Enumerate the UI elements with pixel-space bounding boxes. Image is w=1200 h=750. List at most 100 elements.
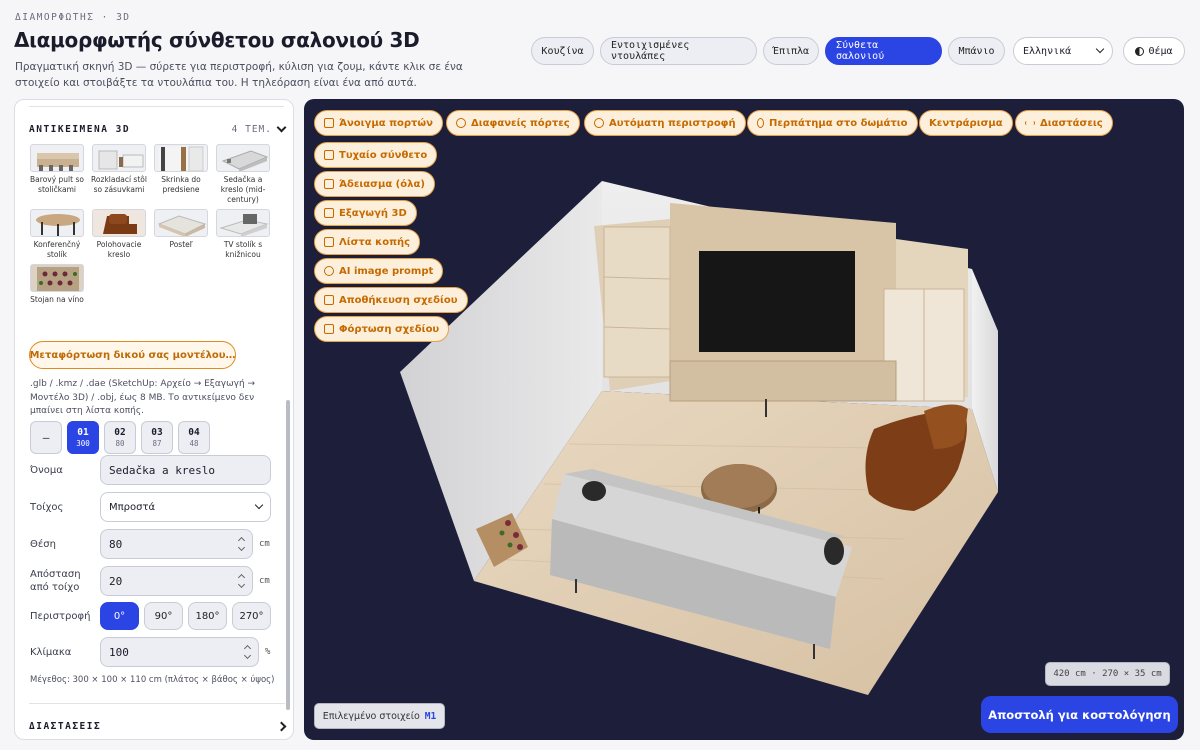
send-for-quote-button[interactable]: Αποστολή για κοστολόγηση xyxy=(981,696,1178,733)
name-row: Όνομα Sedačka a kreslo xyxy=(30,455,290,485)
unit-tab-size: 300 xyxy=(76,439,90,448)
distance-value: 20 xyxy=(109,574,123,588)
sidebar-scrollbar[interactable] xyxy=(286,400,290,710)
object-label: Rozkladací stôl so zásuvkami xyxy=(91,175,147,194)
export-3d-label: Εξαγωγή 3D xyxy=(339,207,407,219)
walk-label: Περπάτημα στο δωμάτιο xyxy=(769,117,908,129)
tab-kitchen[interactable]: Κουζίνα xyxy=(531,37,594,65)
stepper-icon[interactable] xyxy=(237,573,246,589)
object-tv-stand[interactable]: TV stolík s knižnicou xyxy=(216,209,270,260)
ai-prompt-button[interactable]: AI image prompt xyxy=(314,258,444,284)
empty-all-label: Άδειασμα (όλα) xyxy=(339,178,425,190)
unit-tabs: — 01 300 02 80 03 87 04 48 xyxy=(30,421,210,454)
room-dimensions-badge: 420 cm · 270 × 35 cm xyxy=(1045,662,1170,686)
open-doors-button[interactable]: Άνοιγμα πορτών xyxy=(314,110,443,136)
category-nav: Κουζίνα Εντοιχισμένες ντουλάπες Έπιπλα Σ… xyxy=(531,37,1005,65)
object-bed[interactable]: Posteľ xyxy=(154,209,208,260)
unit-tab-none[interactable]: — xyxy=(30,421,62,454)
random-unit-button[interactable]: Τυχαίο σύνθετο xyxy=(314,142,438,168)
upload-icon xyxy=(324,324,334,334)
room-scene[interactable] xyxy=(304,99,1184,740)
center-button[interactable]: Κεντράρισμα xyxy=(919,110,1013,136)
dimensions-section-title: ΔΙΑΣΤΑΣΕΙΣ xyxy=(29,720,102,732)
page-eyebrow: ΔΙΑΜΟΡΦΩΤΗΣ · 3D xyxy=(15,12,131,23)
rotate-icon xyxy=(594,118,604,128)
size-note: Μέγεθος: 300 × 100 × 110 cm (πλάτος × βά… xyxy=(30,675,275,685)
empty-all-button[interactable]: Άδειασμα (όλα) xyxy=(314,171,435,197)
rotation-label: Περιστροφή xyxy=(30,610,91,622)
wall-select[interactable]: Μπροστά xyxy=(100,492,271,522)
chevron-down-icon xyxy=(254,500,264,510)
sparkle-icon xyxy=(324,266,334,276)
rotation-0-button[interactable]: 0° xyxy=(100,602,139,630)
scale-input[interactable]: 100 xyxy=(100,637,259,667)
table-icon xyxy=(324,237,334,247)
cut-list-button[interactable]: Λίστα κοπής xyxy=(314,229,421,255)
tab-bathroom[interactable]: Μπάνιο xyxy=(948,37,1005,65)
walk-button[interactable]: Περπάτημα στο δωμάτιο xyxy=(747,110,918,136)
unit-tab-04[interactable]: 04 48 xyxy=(178,421,210,454)
language-select[interactable]: Ελληνικά xyxy=(1013,37,1113,65)
rotation-180-button[interactable]: 180° xyxy=(188,602,227,630)
position-input[interactable]: 80 xyxy=(100,529,253,559)
save-design-button[interactable]: Αποθήκευση σχεδίου xyxy=(314,287,468,313)
scale-unit: % xyxy=(265,647,271,657)
divider xyxy=(29,703,285,704)
object-folding-table[interactable]: Rozkladací stôl so zásuvkami xyxy=(91,144,147,205)
dimensions-section-header[interactable]: ΔΙΑΣΤΑΣΕΙΣ xyxy=(29,717,287,735)
object-bar-counter[interactable]: Barový pult so stoličkami xyxy=(30,144,84,205)
position-label: Θέση xyxy=(30,538,56,550)
rotation-270-button[interactable]: 270° xyxy=(232,602,271,630)
object-sofa[interactable]: Sedačka a kreslo (mid-century) xyxy=(216,144,270,205)
object-label: Polohovacie kreslo xyxy=(96,240,142,259)
ai-prompt-label: AI image prompt xyxy=(339,265,434,277)
name-input[interactable]: Sedačka a kreslo xyxy=(100,455,271,485)
eye-icon xyxy=(456,118,466,128)
wall-value: Μπροστά xyxy=(109,501,156,513)
tab-wardrobes[interactable]: Εντοιχισμένες ντουλάπες xyxy=(600,37,757,65)
unit-tab-label: 04 xyxy=(188,427,200,438)
unit-tab-size: 48 xyxy=(189,439,199,448)
theme-label: Θέμα xyxy=(1148,45,1173,57)
load-design-button[interactable]: Φόρτωση σχεδίου xyxy=(314,316,450,342)
upload-model-button[interactable]: Μεταφόρτωση δικού σας μοντέλου… xyxy=(29,341,236,369)
load-design-label: Φόρτωση σχεδίου xyxy=(339,323,440,335)
rotation-90-button[interactable]: 90° xyxy=(144,602,183,630)
distance-row: Απόσταση από τοίχο 20 cm xyxy=(30,566,290,596)
download-icon xyxy=(324,295,334,305)
theme-button[interactable]: Θέμα xyxy=(1123,37,1185,65)
walk-icon xyxy=(757,118,764,128)
stepper-icon[interactable] xyxy=(243,644,252,660)
object-label: Sedačka a kreslo (mid-century) xyxy=(220,175,266,204)
object-coffee-table[interactable]: Konferenčný stolík xyxy=(30,209,84,260)
unit-tab-03[interactable]: 03 87 xyxy=(141,421,173,454)
position-unit: cm xyxy=(259,539,270,549)
auto-rotate-button[interactable]: Αυτόματη περιστροφή xyxy=(584,110,746,136)
coffee-table-thumb xyxy=(30,209,84,237)
transparent-doors-button[interactable]: Διαφανείς πόρτες xyxy=(446,110,580,136)
doors-icon xyxy=(324,118,334,128)
cut-list-label: Λίστα κοπής xyxy=(339,236,411,248)
stepper-icon[interactable] xyxy=(237,536,246,552)
unit-tab-02[interactable]: 02 80 xyxy=(104,421,136,454)
objects-section-header[interactable]: ΑΝΤΙΚΕΙΜΕΝΑ 3D 4 ΤΕΜ. xyxy=(29,120,287,138)
tab-furniture[interactable]: Έπιπλα xyxy=(763,37,819,65)
selected-item-label: Επιλεγμένο στοιχείο xyxy=(322,710,420,722)
scale-value: 100 xyxy=(109,645,129,659)
dimensions-button[interactable]: Διαστάσεις xyxy=(1015,110,1113,136)
distance-unit: cm xyxy=(259,576,270,586)
transparent-doors-label: Διαφανείς πόρτες xyxy=(471,117,570,129)
distance-input[interactable]: 20 xyxy=(100,566,253,596)
tab-living-room-units[interactable]: Σύνθετα σαλονιού xyxy=(825,37,942,65)
object-recliner[interactable]: Polohovacie kreslo xyxy=(92,209,146,260)
left-shelf-box xyxy=(603,226,671,378)
object-wine-rack[interactable]: Stojan na víno xyxy=(30,264,84,305)
chevron-right-icon xyxy=(276,721,287,731)
position-row: Θέση 80 cm xyxy=(30,529,290,559)
selected-item-value: M1 xyxy=(424,710,437,722)
3d-viewport[interactable]: Άνοιγμα πορτών Διαφανείς πόρτες Αυτόματη… xyxy=(304,99,1184,740)
export-3d-button[interactable]: Εξαγωγή 3D xyxy=(314,200,417,226)
unit-tab-01[interactable]: 01 300 xyxy=(67,421,99,454)
object-hall-cabinet[interactable]: Skrinka do predsiene xyxy=(154,144,208,205)
download-icon xyxy=(324,208,334,218)
